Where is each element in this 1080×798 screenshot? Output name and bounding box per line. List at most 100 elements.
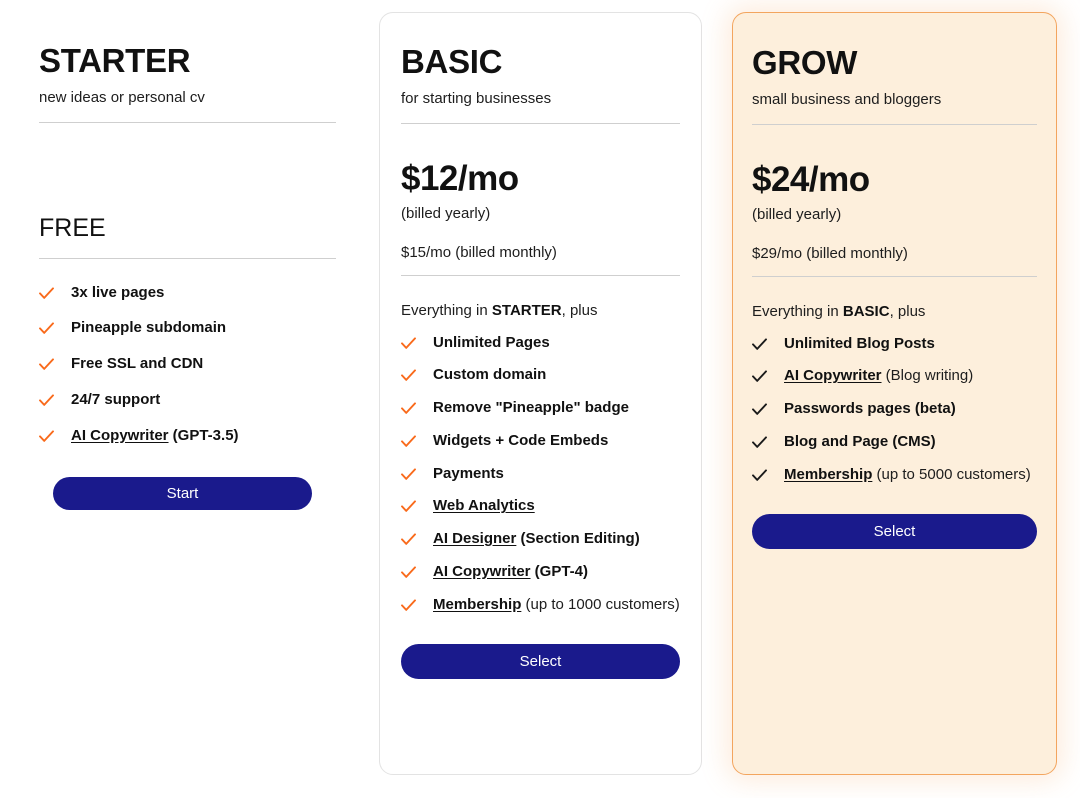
check-icon <box>39 394 54 407</box>
feature-item: Passwords pages (beta) <box>752 400 1037 419</box>
feature-item: Remove "Pineapple" badge <box>401 399 680 418</box>
everything-in-basic: Everything in STARTER, plus <box>401 301 598 319</box>
plan-price-period-grow: (billed yearly) <box>752 205 842 223</box>
feature-label[interactable]: AI Copywriter (GPT-3.5) <box>71 427 239 446</box>
feature-main-text: Passwords pages (beta) <box>784 400 956 417</box>
check-icon <box>401 336 416 350</box>
check-icon <box>401 435 416 448</box>
check-icon <box>752 436 767 449</box>
feature-item: Payments <box>401 465 680 484</box>
feature-suffix-text: (up to 5000 customers) <box>872 465 1031 483</box>
feature-label: Unlimited Pages <box>433 334 550 353</box>
plan-price-grow: $24/mo <box>752 159 870 199</box>
feature-label: Free SSL and CDN <box>71 355 203 374</box>
feature-link[interactable]: AI Copywriter <box>784 367 882 384</box>
feature-label[interactable]: Membership (up to 1000 customers) <box>433 596 680 615</box>
check-icon <box>39 322 54 335</box>
feature-label: 3x live pages <box>71 284 164 303</box>
feature-label[interactable]: AI Copywriter (Blog writing) <box>784 367 973 386</box>
feature-label[interactable]: AI Designer (Section Editing) <box>433 530 640 549</box>
feature-main-text: Unlimited Blog Posts <box>784 334 935 352</box>
feature-main-text: Free SSL and CDN <box>71 355 204 372</box>
feature-main-text: Blog and Page (CMS) <box>784 432 936 450</box>
feature-label: Blog and Page (CMS) <box>784 433 936 452</box>
feature-main-text: Remove "Pineapple" badge <box>433 399 629 416</box>
feature-suffix-text: (Section Editing) <box>516 530 640 547</box>
plan-price-starter: FREE <box>39 213 106 242</box>
feature-label[interactable]: AI Copywriter (GPT-4) <box>433 563 588 582</box>
feature-label: Remove "Pineapple" badge <box>433 399 629 418</box>
feature-item: Widgets + Code Embeds <box>401 432 680 451</box>
feature-item: Free SSL and CDN <box>39 355 336 374</box>
feature-link[interactable]: Web Analytics <box>433 497 535 514</box>
check-icon <box>401 402 416 415</box>
feature-item: Unlimited Blog Posts <box>752 335 1037 354</box>
plan-price-basic: $12/mo <box>401 158 519 198</box>
check-icon <box>752 370 767 383</box>
feature-main-text: Pineapple subdomain <box>71 319 227 337</box>
check-icon <box>401 566 416 579</box>
plan-name-grow: GROW <box>752 44 858 81</box>
feature-suffix-text: (Blog writing) <box>881 367 974 385</box>
feature-item: Web Analytics <box>401 497 680 516</box>
feature-list-grow: Unlimited Blog Posts AI Copywriter (Blog … <box>752 320 1037 485</box>
pricing-card-basic: BASIC for starting businesses $12/mo (bi… <box>379 12 702 775</box>
feature-main-text: Custom domain <box>433 366 547 384</box>
plan-price-monthly-basic: $15/mo (billed monthly) <box>401 243 557 261</box>
select-button-grow[interactable]: Select <box>752 514 1037 550</box>
feature-label: Payments <box>433 465 504 484</box>
feature-label[interactable]: Web Analytics <box>433 497 535 516</box>
feature-label: Widgets + Code Embeds <box>433 432 608 451</box>
feature-list-starter: 3x live pages Pineapple subdomain Free SSL… <box>39 259 336 446</box>
feature-item: AI Copywriter (GPT-3.5) <box>39 427 336 446</box>
check-icon <box>752 468 767 482</box>
feature-item: AI Copywriter (GPT-4) <box>401 563 680 582</box>
feature-link[interactable]: AI Copywriter <box>71 427 169 444</box>
plan-price-monthly-grow: $29/mo (billed monthly) <box>752 244 908 262</box>
feature-main-text: 3x live pages <box>71 283 165 301</box>
feature-link[interactable]: Membership <box>433 596 521 613</box>
feature-item: Blog and Page (CMS) <box>752 433 1037 452</box>
check-icon <box>39 358 54 371</box>
feature-item: AI Copywriter (Blog writing) <box>752 367 1037 386</box>
feature-item: AI Designer (Section Editing) <box>401 530 680 549</box>
feature-link[interactable]: AI Designer <box>433 530 516 547</box>
feature-label: Unlimited Blog Posts <box>784 335 935 354</box>
feature-main-text: 24/7 support <box>71 390 161 408</box>
feature-suffix-text: (up to 1000 customers) <box>521 595 680 613</box>
check-icon <box>401 500 416 513</box>
check-icon <box>39 429 54 443</box>
check-icon <box>752 337 767 351</box>
feature-link[interactable]: AI Copywriter <box>433 563 531 580</box>
feature-item: Unlimited Pages <box>401 334 680 353</box>
check-icon <box>401 369 416 382</box>
price-block-basic: $12/mo (billed yearly) $15/mo (billed mo… <box>401 124 680 261</box>
plan-tagline-basic: for starting businesses <box>401 90 552 107</box>
pricing-card-starter: STARTER new ideas or personal cv FREE 3x… <box>39 12 336 772</box>
start-button[interactable]: Start <box>53 477 312 511</box>
feature-suffix-text: (GPT-3.5) <box>168 426 239 444</box>
plan-tagline-grow: small business and bloggers <box>752 91 942 108</box>
check-icon <box>401 467 416 481</box>
feature-item: Membership (up to 1000 customers) <box>401 596 680 615</box>
feature-item: Custom domain <box>401 366 680 385</box>
feature-suffix-text: (GPT-4) <box>530 562 589 580</box>
feature-label: Pineapple subdomain <box>71 319 226 338</box>
check-icon <box>39 286 54 300</box>
price-block-grow: $24/mo (billed yearly) $29/mo (billed mo… <box>752 125 1037 262</box>
feature-label[interactable]: Membership (up to 5000 customers) <box>784 466 1031 485</box>
select-button-basic[interactable]: Select <box>401 644 680 680</box>
feature-link[interactable]: Membership <box>784 466 872 483</box>
feature-label: 24/7 support <box>71 391 160 410</box>
feature-item: Membership (up to 5000 customers) <box>752 466 1037 485</box>
plan-name-basic: BASIC <box>401 43 503 80</box>
feature-main-text: Unlimited Pages <box>433 333 550 351</box>
feature-label: Custom domain <box>433 366 546 385</box>
check-icon <box>401 598 416 612</box>
feature-label: Passwords pages (beta) <box>784 400 956 419</box>
feature-item: 24/7 support <box>39 391 336 410</box>
feature-main-text: Payments <box>433 464 504 482</box>
plan-price-period-basic: (billed yearly) <box>401 204 491 222</box>
plan-name-starter: STARTER <box>39 42 191 79</box>
check-icon <box>401 533 416 546</box>
